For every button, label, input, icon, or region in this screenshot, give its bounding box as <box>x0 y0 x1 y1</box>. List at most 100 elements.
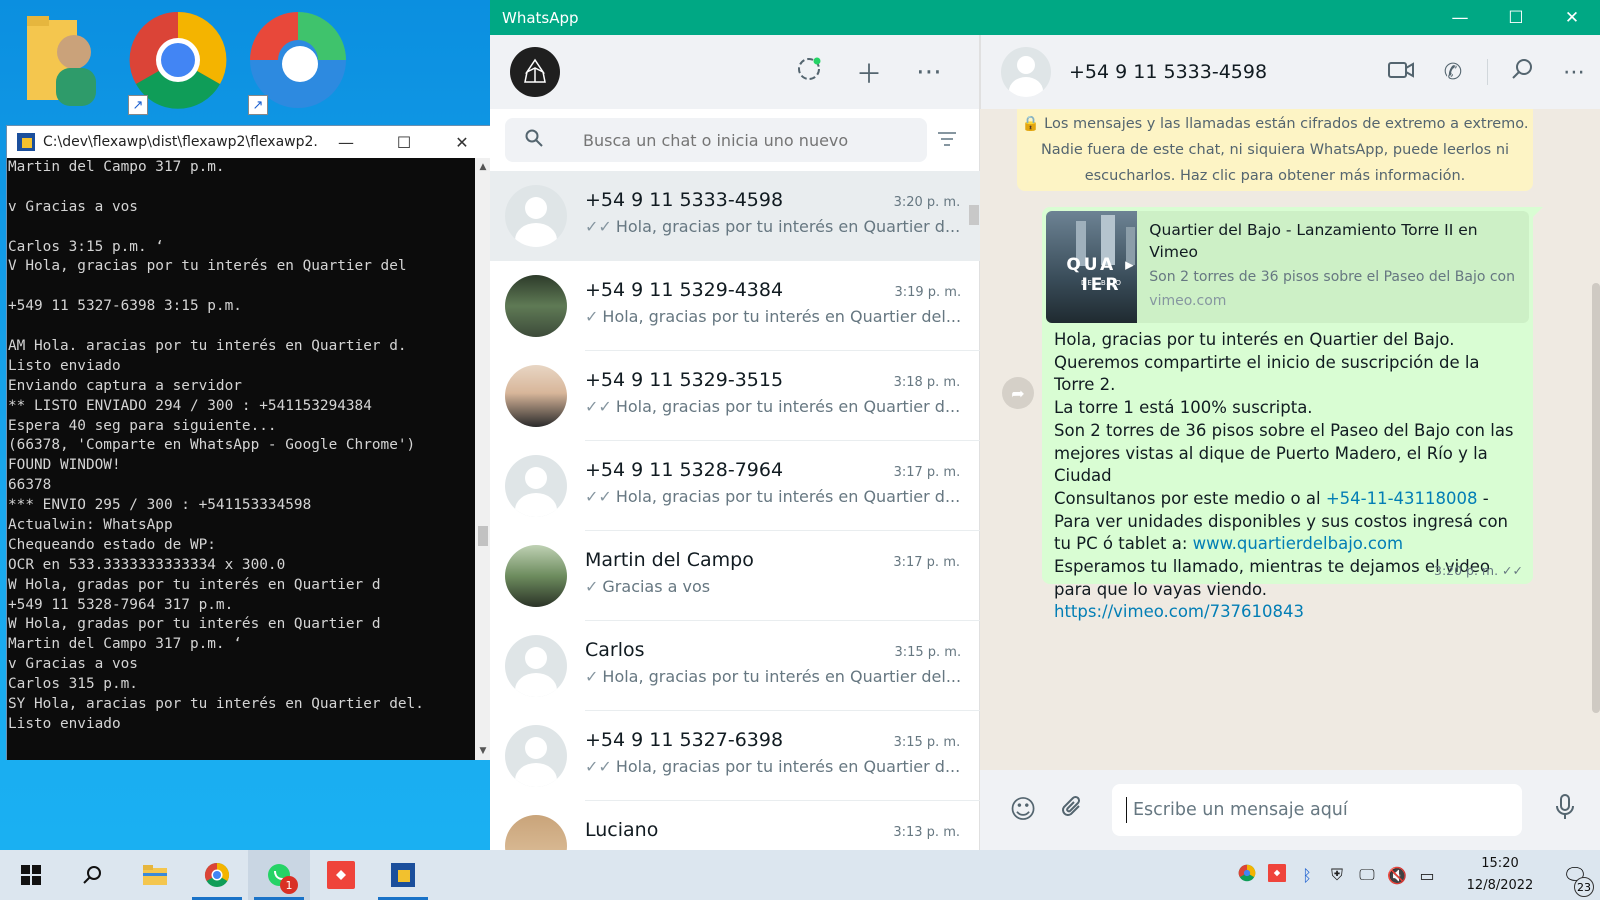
video-call-icon[interactable] <box>1375 60 1427 85</box>
system-tray: ᛒ ⛨ 🖵 🔇 ▭ 15:20 12/8/2022 🗨 23 <box>1232 850 1600 900</box>
console-line: OCR en 533.3333333333334 x 300.0 <box>8 556 286 573</box>
volume-muted-icon[interactable]: 🔇 <box>1382 866 1412 885</box>
console-titlebar[interactable]: C:\dev\flexawp\dist\flexawp2\flexawp2...… <box>7 126 491 158</box>
console-line: Carlos 3:15 p.m. ‘ <box>8 238 164 255</box>
chat-avatar[interactable] <box>505 545 567 607</box>
header-divider <box>1487 59 1488 85</box>
scroll-up-icon[interactable]: ▲ <box>477 162 489 172</box>
edge-icon[interactable]: ↗ <box>248 10 348 115</box>
start-button[interactable] <box>0 850 62 900</box>
anydesk-taskbar-icon[interactable] <box>310 850 372 900</box>
encryption-notice[interactable]: 🔒 Los mensajes y las llamadas están cifr… <box>1017 109 1533 191</box>
contact-name[interactable]: +54 9 11 5333-4598 <box>1069 61 1375 83</box>
chat-item[interactable]: Carlos 3:15 p. m. ✓ Hola, gracias por tu in… <box>490 621 980 711</box>
clock[interactable]: 15:20 12/8/2022 <box>1450 853 1550 897</box>
chat-list-pane: ＋ ⋯ +54 9 11 5333-45983:20 p. m.✓✓Hola, … <box>490 35 980 851</box>
console-scrollbar[interactable]: ▲ ▼ <box>475 158 491 760</box>
chat-item[interactable]: +54 9 11 5327-6398 3:15 p. m. ✓✓ Hola, grac… <box>490 711 980 801</box>
clock-time: 15:20 <box>1481 856 1519 871</box>
maximize-button[interactable]: ☐ <box>375 133 433 152</box>
contact-avatar[interactable] <box>1001 47 1051 97</box>
chat-avatar[interactable] <box>505 185 567 247</box>
menu-icon[interactable]: ⋯ <box>899 57 959 87</box>
voice-call-icon[interactable]: ✆ <box>1427 60 1479 85</box>
search-icon[interactable] <box>1496 58 1548 86</box>
conversation-pane: +54 9 11 5333-4598 ✆ ⋯ 🔒 Los mensajes y … <box>980 35 1600 850</box>
console-window[interactable]: C:\dev\flexawp\dist\flexawp2\flexawp2...… <box>6 125 492 760</box>
file-explorer-icon[interactable] <box>124 850 186 900</box>
chat-item[interactable]: Luciano 3:13 p. m. <box>490 801 980 851</box>
whatsapp-taskbar-icon[interactable]: 1 <box>248 850 310 900</box>
chrome-tray-icon[interactable] <box>1232 864 1262 886</box>
chat-list: +54 9 11 5333-4598 3:20 p. m. ✓✓ Hola, grac… <box>490 171 980 851</box>
chat-avatar[interactable] <box>505 365 567 427</box>
console-line: Martin del Campo 317 p.m. <box>8 159 225 175</box>
anydesk-tray-icon[interactable] <box>1262 864 1292 886</box>
chat-preview: Hola, gracias por tu interés en Quartier… <box>615 397 961 416</box>
status-icon[interactable] <box>779 56 839 89</box>
maximize-button[interactable]: ☐ <box>1488 8 1544 28</box>
attach-icon[interactable] <box>1048 794 1098 827</box>
chat-avatar[interactable] <box>505 635 567 697</box>
delivery-tick-icon: ✓ <box>585 667 599 686</box>
vimeo-link[interactable]: https://vimeo.com/737610843 <box>1054 602 1304 621</box>
console-line: v Gracias a vos <box>8 656 138 673</box>
emoji-icon[interactable]: ☺ <box>998 795 1048 825</box>
chrome-icon[interactable]: ↗ <box>128 10 228 115</box>
search-icon[interactable] <box>62 850 124 900</box>
delivery-tick-icon: ✓✓ <box>585 757 612 776</box>
microphone-icon[interactable] <box>1540 794 1590 826</box>
close-button[interactable]: ✕ <box>1544 8 1600 28</box>
message-input[interactable]: Escribe un mensaje aquí <box>1112 784 1522 836</box>
chat-avatar[interactable] <box>505 815 567 851</box>
whatsapp-titlebar[interactable]: WhatsApp — ☐ ✕ <box>490 0 1600 35</box>
chat-item[interactable]: +54 9 11 5328-7964 3:17 p. m. ✓✓ Hola, grac… <box>490 441 980 531</box>
chat-name: +54 9 11 5328-7964 <box>585 459 784 481</box>
menu-icon[interactable]: ⋯ <box>1548 60 1600 85</box>
chat-name: Luciano <box>585 819 659 841</box>
chrome-taskbar-icon[interactable] <box>186 850 248 900</box>
notification-count: 23 <box>1574 877 1594 897</box>
minimize-button[interactable]: — <box>317 133 375 152</box>
message-line: Consultanos por este medio o al +54-11-4… <box>1054 488 1521 556</box>
link-preview[interactable]: QUA ▸ IER DEL BAJO Quartier del Bajo - L… <box>1046 211 1529 323</box>
forward-icon[interactable]: ➦ <box>1002 377 1034 409</box>
new-chat-icon[interactable]: ＋ <box>839 54 899 91</box>
scroll-down-icon[interactable]: ▼ <box>477 746 489 756</box>
website-link[interactable]: www.quartierdelbajo.com <box>1193 534 1403 553</box>
filter-icon[interactable] <box>927 128 967 153</box>
conversation-header[interactable]: +54 9 11 5333-4598 ✆ ⋯ <box>980 35 1600 109</box>
console-line: Carlos 315 p.m. <box>8 676 138 693</box>
console-line: W Hola, gradas por tu interés en Quartie… <box>8 576 381 593</box>
python-console-taskbar-icon[interactable] <box>372 850 434 900</box>
chat-avatar[interactable] <box>505 725 567 787</box>
chat-item[interactable]: +54 9 11 5329-3515 3:18 p. m. ✓✓ Hola, grac… <box>490 351 980 441</box>
network-icon[interactable]: 🖵 <box>1352 865 1382 885</box>
chat-avatar[interactable] <box>505 455 567 517</box>
chat-list-scrollbar[interactable] <box>969 171 979 851</box>
search-input[interactable] <box>583 130 927 150</box>
link-preview-thumbnail[interactable]: QUA ▸ IER DEL BAJO <box>1046 211 1138 323</box>
security-shield-icon[interactable]: ⛨ <box>1322 865 1352 885</box>
message-bubble[interactable]: QUA ▸ IER DEL BAJO Quartier del Bajo - L… <box>1042 207 1533 621</box>
text-caret <box>1126 797 1127 823</box>
phone-link[interactable]: +54-11-43118008 <box>1326 489 1478 508</box>
chat-item[interactable]: Martin del Campo 3:17 p. m. ✓ Gracias a vos <box>490 531 980 621</box>
profile-avatar[interactable] <box>510 47 560 97</box>
console-line: +549 11 5327-6398 3:15 p.m. <box>8 298 242 315</box>
close-button[interactable]: ✕ <box>433 133 491 152</box>
battery-icon[interactable]: ▭ <box>1412 866 1442 885</box>
minimize-button[interactable]: — <box>1432 8 1488 28</box>
bluetooth-icon[interactable]: ᛒ <box>1292 866 1322 885</box>
console-line: Listo enviado <box>8 715 121 732</box>
notification-center-icon[interactable]: 🗨 23 <box>1550 863 1600 897</box>
scroll-thumb[interactable] <box>478 526 488 546</box>
chat-avatar[interactable] <box>505 275 567 337</box>
search-box[interactable] <box>505 118 927 162</box>
conversation-scrollbar[interactable] <box>1592 283 1600 713</box>
chat-item[interactable]: +54 9 11 5329-4384 3:19 p. m. ✓ Hola, graci… <box>490 261 980 351</box>
scroll-thumb[interactable] <box>969 205 979 225</box>
user-folder-icon[interactable] <box>22 10 122 115</box>
message-line: La torre 1 está 100% suscripta. <box>1054 398 1313 418</box>
chat-item[interactable]: +54 9 11 5333-4598 3:20 p. m. ✓✓ Hola, grac… <box>490 171 980 261</box>
